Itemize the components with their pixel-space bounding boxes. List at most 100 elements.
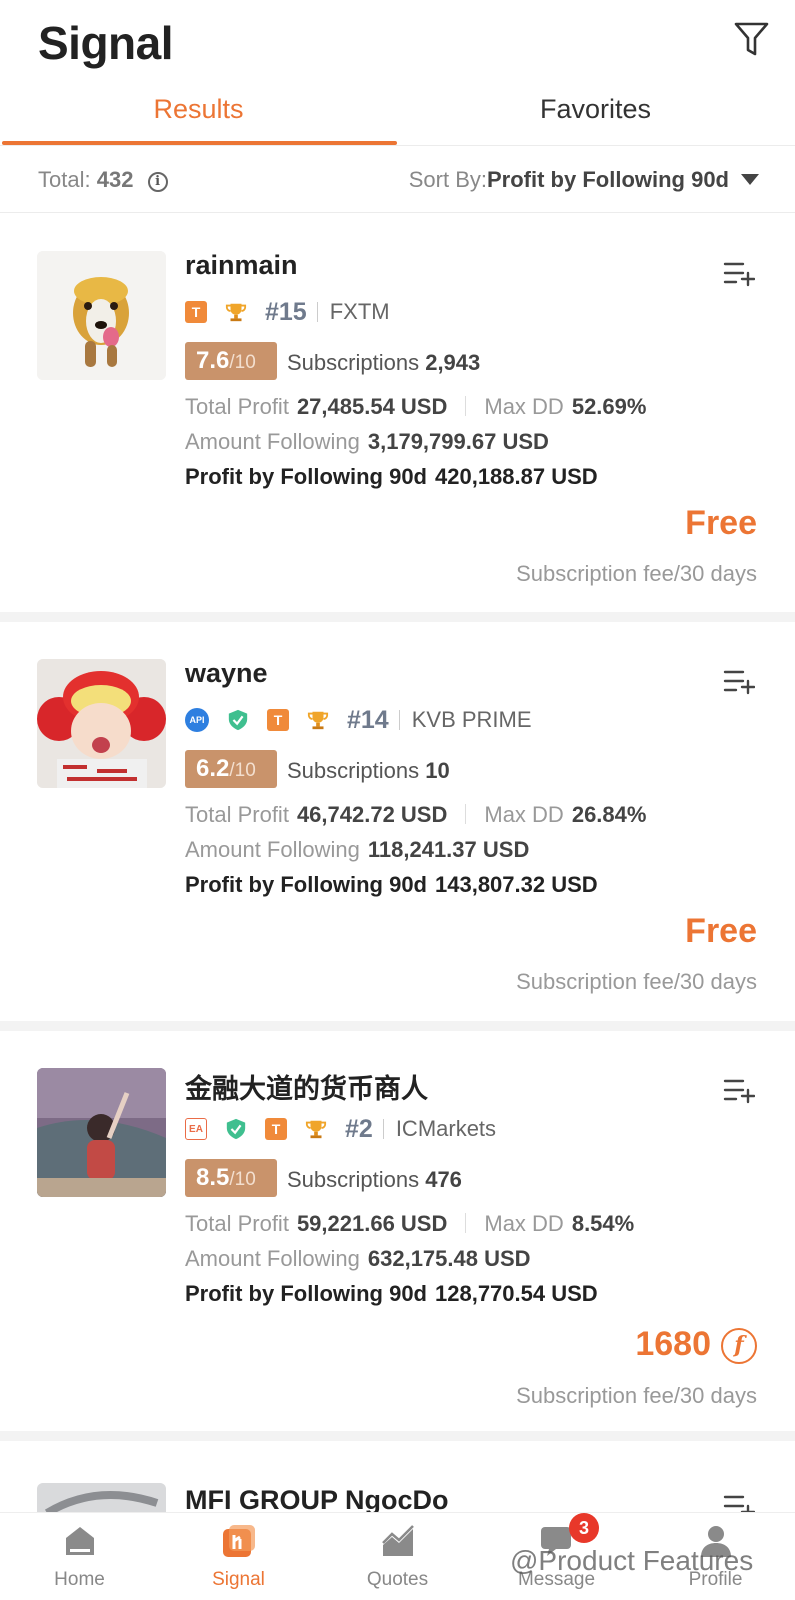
- trader-badge-icon: T: [267, 709, 289, 731]
- fee-period: Subscription fee/30 days: [516, 1383, 757, 1408]
- profit-90d-value: 420,188.87 USD: [435, 464, 598, 489]
- page-title: Signal: [38, 17, 174, 69]
- max-dd-value: 8.54%: [571, 1211, 635, 1236]
- unread-count-badge: 3: [569, 1513, 599, 1543]
- nav-label: Quotes: [366, 1569, 429, 1590]
- active-tab-indicator: [2, 141, 397, 145]
- add-to-list-icon[interactable]: [723, 1077, 756, 1105]
- signal-name[interactable]: 金融大道的货币商人: [185, 1067, 428, 1106]
- signal-name[interactable]: MFI GROUP NgocDo: [185, 1485, 449, 1512]
- subscription-price: Free: [685, 912, 757, 950]
- signal-icon: [221, 1523, 257, 1559]
- score-badge: 6.2/10: [185, 750, 277, 788]
- info-icon[interactable]: i: [147, 172, 168, 192]
- filter-icon[interactable]: [733, 20, 773, 60]
- max-dd-label: Max DD: [484, 1211, 564, 1236]
- header: Signal: [0, 0, 795, 72]
- signal-card[interactable]: MFI GROUP NgocDo: [0, 1441, 795, 1512]
- subscriptions-label: Subscriptions: [287, 758, 420, 783]
- trophy-icon: [225, 301, 247, 323]
- amount-following-value: 118,241.37 USD: [367, 837, 530, 862]
- amount-following-value: 3,179,799.67 USD: [367, 429, 549, 454]
- nav-label: Home: [54, 1569, 105, 1590]
- signal-name[interactable]: rainmain: [185, 250, 298, 281]
- score-value: 6.2: [196, 755, 230, 782]
- nav-label: Signal: [212, 1569, 265, 1590]
- total-profit-label: Total Profit: [185, 394, 289, 419]
- profit-90d-label: Profit by Following 90d: [185, 464, 427, 489]
- rank: #14: [347, 705, 389, 734]
- list-toolbar: Total: 432 i Sort By:Profit by Following…: [0, 147, 795, 213]
- subscriptions: Subscriptions 476: [287, 1167, 462, 1193]
- stat-row-profit: Total Profit 27,485.54 USD Max DD 52.69%: [185, 394, 646, 420]
- amount-following-label: Amount Following: [185, 429, 360, 454]
- max-dd-label: Max DD: [484, 394, 564, 419]
- watermark: @Product Features: [510, 1545, 754, 1576]
- badge-row: T #15 FXTM: [185, 296, 390, 328]
- divider: [382, 1119, 384, 1139]
- nav-quotes[interactable]: Quotes: [318, 1513, 477, 1600]
- avatar: [37, 1068, 166, 1197]
- total-count: Total: 432 i: [38, 167, 168, 193]
- signal-name[interactable]: wayne: [185, 658, 268, 689]
- tab-results[interactable]: Results: [0, 94, 397, 125]
- max-dd-value: 52.69%: [571, 394, 647, 419]
- broker: FXTM: [329, 299, 390, 324]
- score-value: 8.5: [196, 1164, 230, 1191]
- sort-value: Profit by Following 90d: [487, 167, 729, 192]
- nav-signal[interactable]: Signal: [159, 1513, 318, 1600]
- add-to-list-icon[interactable]: [723, 1493, 756, 1512]
- trophy-icon: [305, 1118, 327, 1140]
- score-value: 7.6: [196, 347, 230, 374]
- fee-period: Subscription fee/30 days: [516, 561, 757, 586]
- price-value: 1680: [635, 1325, 711, 1363]
- trader-badge-icon: T: [185, 301, 207, 323]
- subscriptions-label: Subscriptions: [287, 350, 420, 375]
- total-profit-value: 59,221.66 USD: [296, 1211, 448, 1236]
- subscriptions-value: 476: [425, 1167, 462, 1192]
- avatar: [37, 251, 166, 380]
- api-badge-icon: API: [185, 708, 209, 732]
- signal-card[interactable]: wayne API T #14 KVB PRIME 6.2/10 Subscri…: [0, 622, 795, 1021]
- sort-label: Sort By:: [408, 167, 487, 192]
- divider: [316, 302, 318, 322]
- subscriptions-value: 2,943: [425, 350, 481, 375]
- profit-90d-value: 143,807.32 USD: [435, 872, 598, 897]
- add-to-list-icon[interactable]: [723, 668, 756, 696]
- sort-selector[interactable]: Sort By:Profit by Following 90d: [409, 167, 759, 193]
- total-profit-value: 46,742.72 USD: [296, 802, 448, 827]
- amount-following-value: 632,175.48 USD: [367, 1246, 531, 1271]
- avatar: [37, 1483, 166, 1512]
- subscriptions: Subscriptions 2,943: [287, 350, 480, 376]
- stat-row-amount: Amount Following 118,241.37 USD: [185, 837, 529, 863]
- card-separator: [0, 612, 795, 622]
- tab-favorites[interactable]: Favorites: [397, 94, 794, 125]
- total-profit-label: Total Profit: [185, 802, 289, 827]
- fee-period: Subscription fee/30 days: [516, 969, 757, 994]
- add-to-list-icon[interactable]: [723, 260, 756, 288]
- stat-row-amount: Amount Following 3,179,799.67 USD: [185, 429, 549, 455]
- nav-home[interactable]: Home: [0, 1513, 159, 1600]
- score-out-of: /10: [229, 1169, 256, 1190]
- total-label: Total:: [38, 167, 91, 192]
- broker: ICMarkets: [395, 1116, 497, 1141]
- signal-card[interactable]: 金融大道的货币商人 EA T #2 ICMarkets 8.5/10 Subsc…: [0, 1031, 795, 1431]
- max-dd-value: 26.84%: [571, 802, 647, 827]
- quotes-icon: [380, 1523, 416, 1559]
- amount-following-label: Amount Following: [185, 1246, 360, 1271]
- divider: [398, 710, 400, 730]
- divider: [465, 396, 467, 416]
- shield-check-icon: [227, 709, 249, 731]
- divider: [465, 804, 467, 824]
- rank: #2: [345, 1114, 373, 1143]
- badge-row: API T #14 KVB PRIME: [185, 704, 532, 736]
- total-profit-label: Total Profit: [185, 1211, 289, 1236]
- amount-following-label: Amount Following: [185, 837, 360, 862]
- trophy-icon: [307, 709, 329, 731]
- score-out-of: /10: [229, 760, 256, 781]
- divider: [465, 1213, 467, 1233]
- subscription-price: Free: [685, 504, 757, 542]
- stat-row-profit-90d: Profit by Following 90d 128,770.54 USD: [185, 1281, 598, 1307]
- stat-row-amount: Amount Following 632,175.48 USD: [185, 1246, 531, 1272]
- signal-card[interactable]: rainmain T #15 FXTM 7.6/10 Subscriptions…: [0, 214, 795, 612]
